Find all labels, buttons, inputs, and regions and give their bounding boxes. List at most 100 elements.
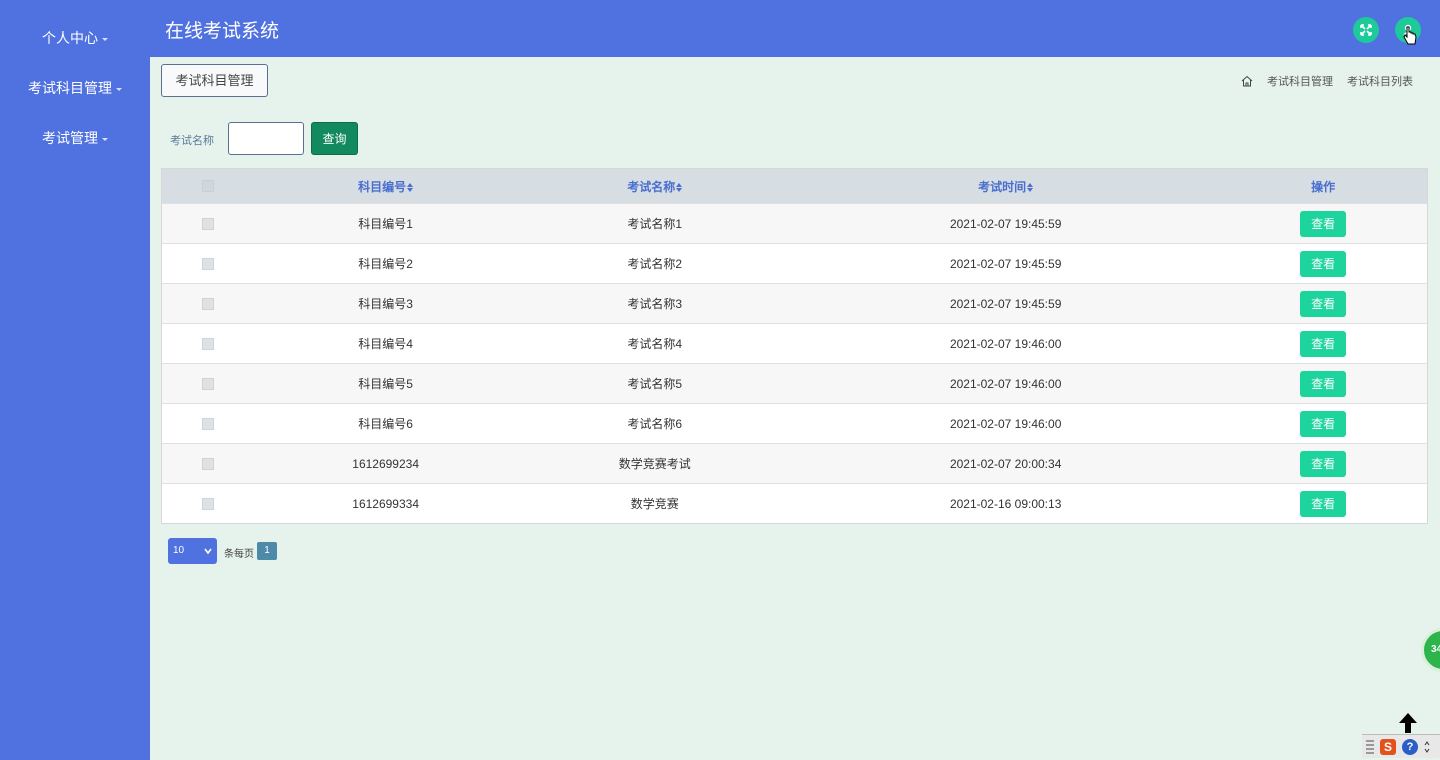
cell-time: 2021-02-07 19:45:59 [949,296,1062,311]
view-button[interactable]: 查看 [1300,290,1347,317]
page-size-select[interactable]: 10 [168,538,217,564]
sidebar-item-exam-management[interactable]: 考试管理 [0,128,150,148]
app-title: 在线考试系统 [165,20,280,42]
cell-action: 查看 [1219,210,1427,237]
row-checkbox-cell [162,257,254,270]
cell-name: 考试名称3 [627,297,683,311]
expand-icon [1360,24,1372,36]
cell-action: 查看 [1219,450,1427,477]
cell-action: 查看 [1219,330,1427,357]
row-checkbox-cell [162,377,254,390]
table-header-row: 科目编号 考试名称 考试时间 操作 [162,169,1427,203]
view-button[interactable]: 查看 [1300,330,1347,357]
menu-arrow-icon[interactable] [1424,740,1430,753]
caret-down-icon [102,37,108,41]
row-checkbox-cell [162,217,254,230]
cell-time: 2021-02-07 19:46:00 [949,416,1062,431]
column-header-code[interactable]: 科目编号 [254,178,518,195]
cell-code: 1612699334 [352,496,420,511]
top-bar: 在线考试系统 [150,0,1440,57]
cell-code: 科目编号3 [358,297,413,311]
sidebar-item-label: 个人中心 [42,31,98,47]
column-header-time[interactable]: 考试时间 [792,178,1219,195]
table-row: 1612699234 数学竞赛考试 2021-02-07 20:00:34 查看 [162,443,1427,483]
column-header-action: 操作 [1311,179,1336,194]
row-checkbox[interactable] [201,497,214,510]
cell-code: 科目编号1 [358,217,413,231]
cell-action: 查看 [1219,410,1427,437]
column-header-name[interactable]: 考试名称 [517,178,792,195]
row-checkbox[interactable] [201,297,214,310]
cell-action: 查看 [1219,490,1427,517]
help-icon[interactable]: ? [1402,738,1418,755]
select-all-checkbox[interactable] [201,180,214,192]
header-checkbox-cell [162,180,254,192]
caret-down-icon [116,87,122,91]
table-row: 科目编号4 考试名称4 2021-02-07 19:46:00 查看 [162,323,1427,363]
ime-toolbar: S ? [1362,734,1440,758]
view-button[interactable]: 查看 [1300,250,1347,277]
home-icon[interactable] [1241,75,1253,87]
sidebar-item-label: 考试管理 [42,131,98,147]
table-row: 科目编号2 考试名称2 2021-02-07 19:45:59 查看 [162,243,1427,283]
cell-name: 考试名称1 [627,217,683,231]
sidebar: 个人中心 考试科目管理 考试管理 [0,0,150,760]
breadcrumb-item: 考试科目列表 [1347,76,1413,88]
row-checkbox[interactable] [201,417,214,430]
table-row: 科目编号3 考试名称3 2021-02-07 19:45:59 查看 [162,283,1427,323]
sidebar-item-personal-center[interactable]: 个人中心 [0,28,150,48]
cell-code: 科目编号2 [358,257,413,271]
per-page-label: 条每页 [224,549,254,560]
view-button[interactable]: 查看 [1300,490,1347,517]
cell-name: 考试名称2 [627,257,683,271]
row-checkbox[interactable] [201,257,214,270]
caret-down-icon [102,137,108,141]
cell-action: 查看 [1219,250,1427,277]
breadcrumb-item[interactable]: 考试科目管理 [1267,73,1333,89]
hand-cursor-icon [1403,26,1417,45]
row-checkbox-cell [162,417,254,430]
cell-time: 2021-02-07 20:00:34 [949,456,1062,471]
data-table: 科目编号 考试名称 考试时间 操作 科目编号1 考试名称1 2021-02-07 1… [161,168,1428,524]
row-checkbox-cell [162,497,254,510]
sort-icon [407,182,414,192]
page-size-value: 10 [173,545,185,556]
row-checkbox[interactable] [201,217,214,230]
chevron-down-icon [204,548,212,555]
view-button[interactable]: 查看 [1300,370,1347,397]
ime-logo-icon[interactable]: S [1380,738,1396,755]
row-checkbox-cell [162,457,254,470]
floating-widget[interactable]: 34 [1421,628,1440,672]
table-row: 1612699334 数学竞赛 2021-02-16 09:00:13 查看 [162,483,1427,523]
breadcrumb: 考试科目管理 考试科目列表 [1241,73,1413,89]
view-button[interactable]: 查看 [1300,450,1347,477]
page-number-button[interactable]: 1 [257,542,277,560]
table-row: 科目编号1 考试名称1 2021-02-07 19:45:59 查看 [162,203,1427,243]
sort-icon [1027,182,1034,192]
row-checkbox[interactable] [201,337,214,350]
cell-code: 科目编号6 [358,417,413,431]
sidebar-item-subject-management[interactable]: 考试科目管理 [0,78,150,98]
cell-name: 考试名称6 [627,417,683,431]
cell-name: 数学竞赛 [630,497,679,511]
cell-code: 科目编号5 [358,377,413,391]
row-checkbox[interactable] [201,457,214,470]
view-button[interactable]: 查看 [1300,210,1347,237]
arrow-up-icon[interactable] [1398,712,1418,734]
cell-time: 2021-02-16 09:00:13 [949,496,1062,511]
grip-icon[interactable] [1366,739,1374,754]
row-checkbox-cell [162,337,254,350]
search-button[interactable]: 查询 [311,122,358,155]
table-row: 科目编号5 考试名称5 2021-02-07 19:46:00 查看 [162,363,1427,403]
search-label: 考试名称 [170,135,214,147]
cell-name: 考试名称4 [627,337,683,351]
row-checkbox[interactable] [201,377,214,390]
search-input[interactable] [228,122,304,155]
row-checkbox-cell [162,297,254,310]
view-button[interactable]: 查看 [1300,410,1347,437]
cell-action: 查看 [1219,290,1427,317]
module-title-button[interactable]: 考试科目管理 [161,64,268,97]
sidebar-item-label: 考试科目管理 [28,81,112,97]
cell-code: 科目编号4 [358,337,413,351]
fullscreen-button[interactable] [1353,17,1379,43]
